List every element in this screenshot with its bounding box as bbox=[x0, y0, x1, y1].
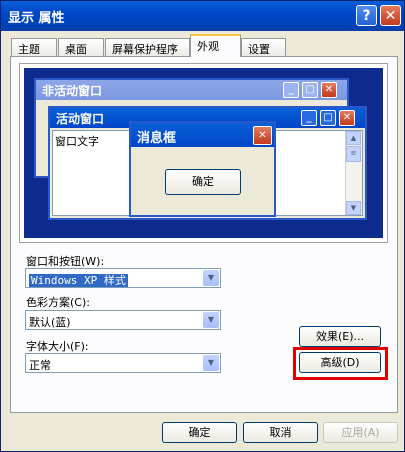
tab-appearance[interactable]: 外观 bbox=[190, 34, 241, 57]
tab-screensaver[interactable]: 屏幕保护程序 bbox=[105, 38, 190, 56]
font-size-select[interactable]: 正常 ▼ bbox=[25, 353, 221, 373]
scheme-label: 色彩方案(C): bbox=[26, 296, 90, 309]
minimize-icon: _ bbox=[283, 82, 299, 98]
effects-button[interactable]: 效果(E)... bbox=[299, 326, 381, 347]
font-size-value: 正常 bbox=[29, 359, 51, 372]
close-icon: ✕ bbox=[321, 82, 337, 98]
close-icon: ✕ bbox=[339, 110, 355, 126]
highlight-box bbox=[293, 347, 388, 380]
close-icon: ✕ bbox=[384, 7, 397, 24]
scroll-up-icon: ▲ bbox=[346, 131, 361, 145]
title-bar[interactable]: 显示 属性 ? ✕ bbox=[1, 1, 404, 31]
close-icon: ✕ bbox=[253, 126, 272, 145]
style-select[interactable]: Windows XP 样式 ▼ bbox=[25, 268, 221, 288]
tab-settings[interactable]: 设置 bbox=[241, 38, 286, 56]
inactive-window-title: 非活动窗口 bbox=[36, 80, 347, 100]
minimize-icon: _ bbox=[301, 110, 317, 126]
preview-message-box: 消息框 ✕ 确定 bbox=[129, 121, 276, 217]
maximize-icon: □ bbox=[320, 110, 336, 126]
style-value: Windows XP 样式 bbox=[29, 274, 128, 287]
message-ok-button: 确定 bbox=[165, 169, 241, 195]
close-button[interactable]: ✕ bbox=[380, 5, 401, 26]
help-button[interactable]: ? bbox=[356, 5, 377, 26]
tab-desktop[interactable]: 桌面 bbox=[58, 38, 104, 56]
chevron-down-icon[interactable]: ▼ bbox=[203, 355, 219, 371]
scroll-thumb: ≡ bbox=[346, 146, 361, 162]
chevron-down-icon[interactable]: ▼ bbox=[203, 312, 219, 328]
tab-themes[interactable]: 主题 bbox=[11, 38, 57, 56]
display-properties-dialog: 显示 属性 ? ✕ 主题 桌面 屏幕保护程序 外观 设置 非活动窗口 _ □ ✕… bbox=[0, 0, 405, 452]
scheme-value: 默认(蓝) bbox=[29, 316, 71, 329]
font-size-label: 字体大小(F): bbox=[26, 340, 89, 353]
style-label: 窗口和按钮(W): bbox=[26, 255, 105, 268]
scheme-select[interactable]: 默认(蓝) ▼ bbox=[25, 310, 221, 330]
cancel-button[interactable]: 取消 bbox=[243, 422, 318, 443]
scroll-down-icon: ▼ bbox=[346, 201, 361, 215]
window-text-sample: 窗口文字 bbox=[55, 135, 99, 148]
ok-button[interactable]: 确定 bbox=[162, 422, 237, 443]
apply-button[interactable]: 应用(A) bbox=[323, 422, 398, 443]
preview-scrollbar: ▲ ≡ ▼ bbox=[345, 131, 362, 215]
chevron-down-icon[interactable]: ▼ bbox=[203, 270, 219, 286]
window-title: 显示 属性 bbox=[8, 11, 65, 26]
help-icon: ? bbox=[362, 7, 371, 24]
maximize-icon: □ bbox=[302, 82, 318, 98]
